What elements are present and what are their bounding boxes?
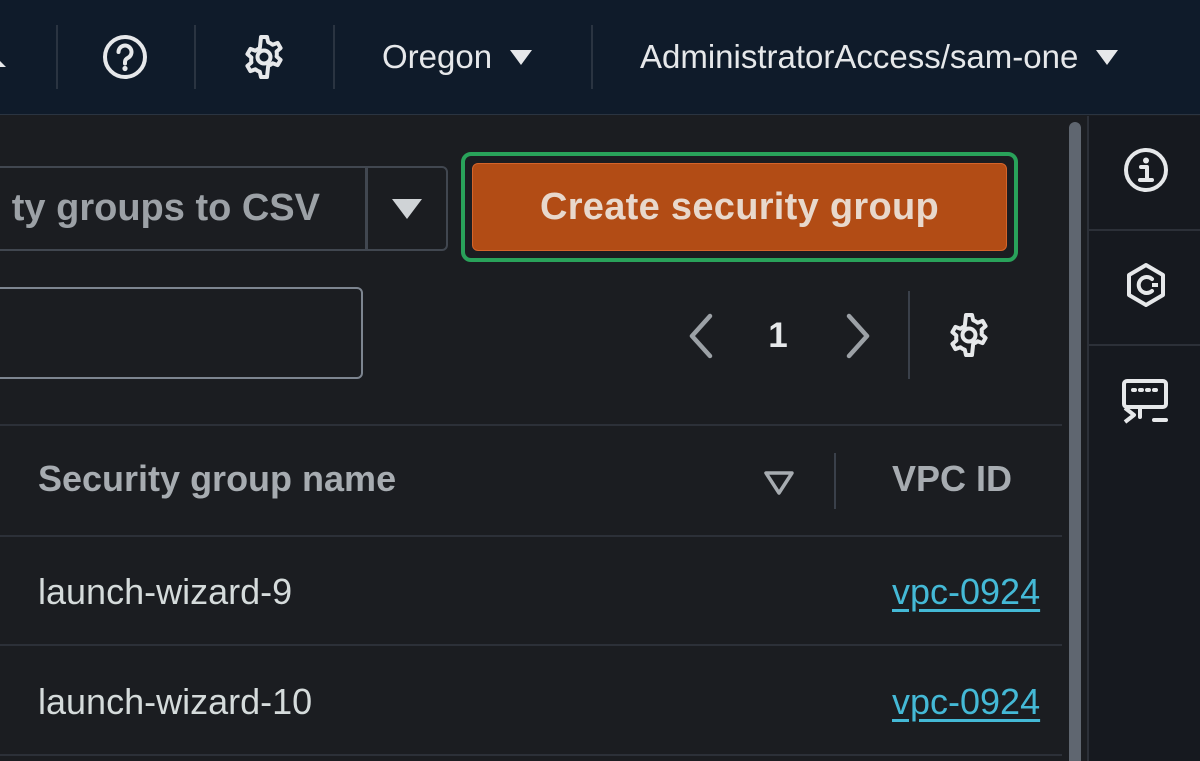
table-preferences-gear-icon[interactable] — [945, 310, 993, 360]
table-row-name: launch-wizard-9 — [38, 571, 293, 612]
chevron-down-icon — [1096, 49, 1119, 65]
column-resizer[interactable] — [834, 453, 836, 509]
cloudshell-hex-icon — [1123, 261, 1169, 314]
table-top-divider — [0, 424, 1062, 426]
export-csv-button[interactable]: ty groups to CSV — [0, 166, 367, 251]
side-tools-panel — [1087, 116, 1200, 761]
table-row-name: launch-wizard-10 — [38, 681, 313, 722]
info-icon — [1123, 147, 1169, 198]
table-row-vpc-link[interactable]: vpc-0924 — [892, 681, 1040, 723]
scrollbar-thumb[interactable] — [1069, 122, 1081, 761]
current-page-number[interactable]: 1 — [755, 311, 801, 361]
create-button-focus-ring: Create security group — [461, 152, 1018, 262]
export-dropdown-button[interactable] — [366, 166, 448, 251]
nav-separator — [333, 25, 335, 89]
top-navigation-bar: Oregon AdministratorAccess/sam-one — [0, 0, 1200, 115]
table-row-divider — [0, 754, 1062, 756]
chevron-down-icon — [510, 49, 533, 65]
export-csv-label: ty groups to CSV — [11, 187, 320, 229]
account-menu[interactable]: AdministratorAccess/sam-one — [640, 38, 1119, 76]
pagination-separator — [908, 291, 910, 379]
sort-descending-icon[interactable] — [763, 469, 795, 497]
feedback-panel-button[interactable] — [1089, 346, 1200, 461]
nav-separator — [56, 25, 58, 89]
security-groups-panel: ty groups to CSV Create security group 1… — [0, 116, 1062, 761]
region-selector[interactable]: Oregon — [382, 38, 533, 76]
terminal-icon — [1121, 378, 1171, 429]
nav-separator — [591, 25, 593, 89]
chevron-down-icon — [392, 198, 422, 219]
search-input[interactable] — [0, 287, 363, 379]
account-label: AdministratorAccess/sam-one — [640, 38, 1079, 75]
cloudshell-panel-button[interactable] — [1089, 231, 1200, 346]
table-row-divider — [0, 644, 1062, 646]
column-header-vpc-id[interactable]: VPC ID — [892, 458, 1012, 500]
column-header-security-group-name[interactable]: Security group name — [38, 458, 396, 500]
previous-page-button[interactable] — [683, 311, 719, 361]
help-icon[interactable] — [102, 34, 148, 80]
notification-icon[interactable] — [0, 45, 10, 75]
table-header-divider — [0, 535, 1062, 537]
nav-separator — [194, 25, 196, 89]
create-security-group-button[interactable]: Create security group — [472, 163, 1007, 251]
create-security-group-label: Create security group — [539, 185, 940, 228]
region-label: Oregon — [382, 38, 493, 75]
next-page-button[interactable] — [840, 311, 876, 361]
table-row-vpc-link[interactable]: vpc-0924 — [892, 571, 1040, 613]
gear-icon[interactable] — [241, 34, 287, 80]
info-panel-button[interactable] — [1089, 116, 1200, 231]
